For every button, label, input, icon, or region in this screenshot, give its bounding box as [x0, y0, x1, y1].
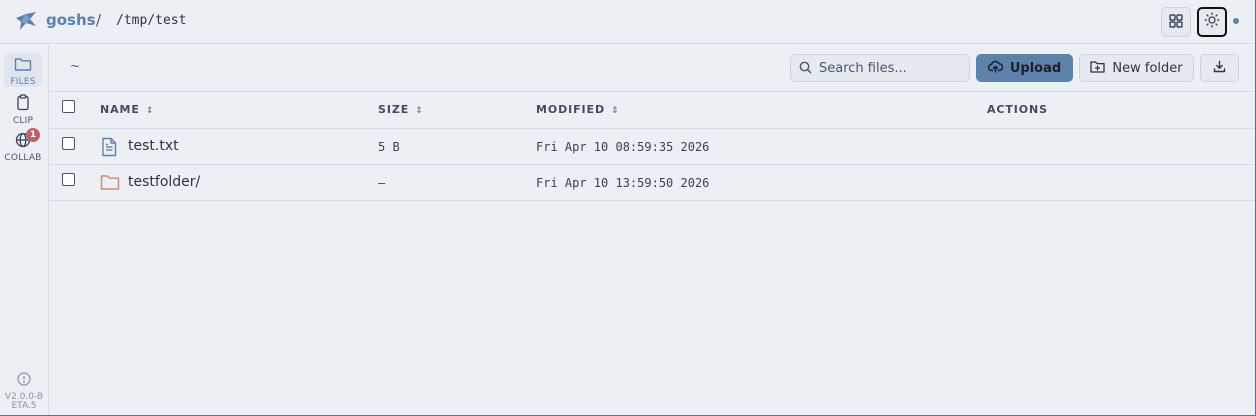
notification-badge: 1 [26, 128, 40, 142]
sidebar-item-clip[interactable]: CLIP [4, 91, 42, 126]
theme-toggle-button[interactable] [1197, 7, 1227, 37]
download-icon [1213, 60, 1226, 77]
grid-icon [1169, 13, 1183, 32]
app-window: goshs / /tmp/test FILES CLIP COLLAB 1 V2… [0, 0, 1256, 416]
folder-icon [14, 56, 32, 76]
version-label: v2.0.0-beta.5 [4, 392, 44, 411]
sidebar-item-label: FILES [10, 77, 36, 87]
file-size: — [378, 176, 386, 190]
search-input[interactable] [819, 60, 959, 76]
column-label: SIZE [378, 103, 410, 116]
home-breadcrumb[interactable]: ~ [70, 59, 80, 73]
folder-plus-icon [1090, 60, 1106, 77]
sort-icon: ↕ [415, 106, 423, 116]
sidebar: FILES CLIP COLLAB 1 V2.0.0-BETA.5 [0, 45, 49, 415]
cloud-upload-icon [987, 60, 1004, 77]
sun-icon [1204, 12, 1220, 32]
file-toolbar: ~ Upload [50, 45, 1255, 92]
column-header-name[interactable]: NAME ↕ [100, 103, 153, 116]
version-info: v2.0.0-beta.5 [0, 371, 48, 411]
table-row[interactable]: test.txt 5 B Fri Apr 10 08:59:35 2026 [50, 129, 1255, 165]
sidebar-item-files[interactable]: FILES [4, 53, 42, 87]
upload-button[interactable]: Upload [976, 54, 1073, 82]
column-header-modified[interactable]: MODIFIED ↕ [536, 103, 619, 116]
goshs-logo-icon[interactable] [14, 10, 38, 32]
grid-view-button[interactable] [1161, 7, 1191, 37]
sidebar-item-collab[interactable]: COLLAB 1 [4, 128, 42, 163]
download-button[interactable] [1200, 54, 1239, 82]
folder-name-link[interactable]: testfolder/ [128, 174, 200, 190]
info-icon [17, 371, 31, 390]
connection-status-dot [1233, 18, 1239, 24]
select-all-checkbox[interactable] [62, 100, 75, 113]
sidebar-item-label: COLLAB [4, 153, 42, 163]
column-header-actions: ACTIONS [987, 103, 1048, 116]
file-size: 5 B [378, 140, 400, 154]
file-modified: Fri Apr 10 08:59:35 2026 [536, 140, 710, 154]
row-checkbox[interactable] [62, 137, 75, 150]
breadcrumb-separator: / [96, 11, 102, 29]
sort-icon: ↕ [610, 106, 619, 116]
column-header-size[interactable]: SIZE ↕ [378, 103, 423, 116]
file-modified: Fri Apr 10 13:59:50 2026 [536, 176, 710, 190]
folder-icon [100, 173, 120, 195]
file-text-icon [100, 137, 118, 161]
file-name-link[interactable]: test.txt [128, 138, 179, 154]
sort-icon: ↕ [145, 106, 154, 116]
row-checkbox[interactable] [62, 173, 75, 186]
search-icon [799, 59, 812, 78]
breadcrumb-path[interactable]: /tmp/test [116, 13, 186, 28]
sidebar-item-label: CLIP [12, 116, 34, 126]
brand-name[interactable]: goshs [46, 11, 96, 29]
upload-label: Upload [1009, 60, 1062, 76]
new-folder-label: New folder [1112, 60, 1183, 76]
clipboard-icon [15, 94, 31, 115]
column-label: MODIFIED [536, 103, 605, 116]
top-bar: goshs / /tmp/test [0, 0, 1255, 44]
search-box[interactable] [790, 54, 970, 82]
table-row[interactable]: testfolder/ — Fri Apr 10 13:59:50 2026 [50, 165, 1255, 201]
new-folder-button[interactable]: New folder [1079, 54, 1194, 82]
table-header: NAME ↕ SIZE ↕ MODIFIED ↕ ACTIONS [50, 92, 1255, 129]
column-label: ACTIONS [987, 103, 1048, 116]
column-label: NAME [100, 103, 140, 116]
